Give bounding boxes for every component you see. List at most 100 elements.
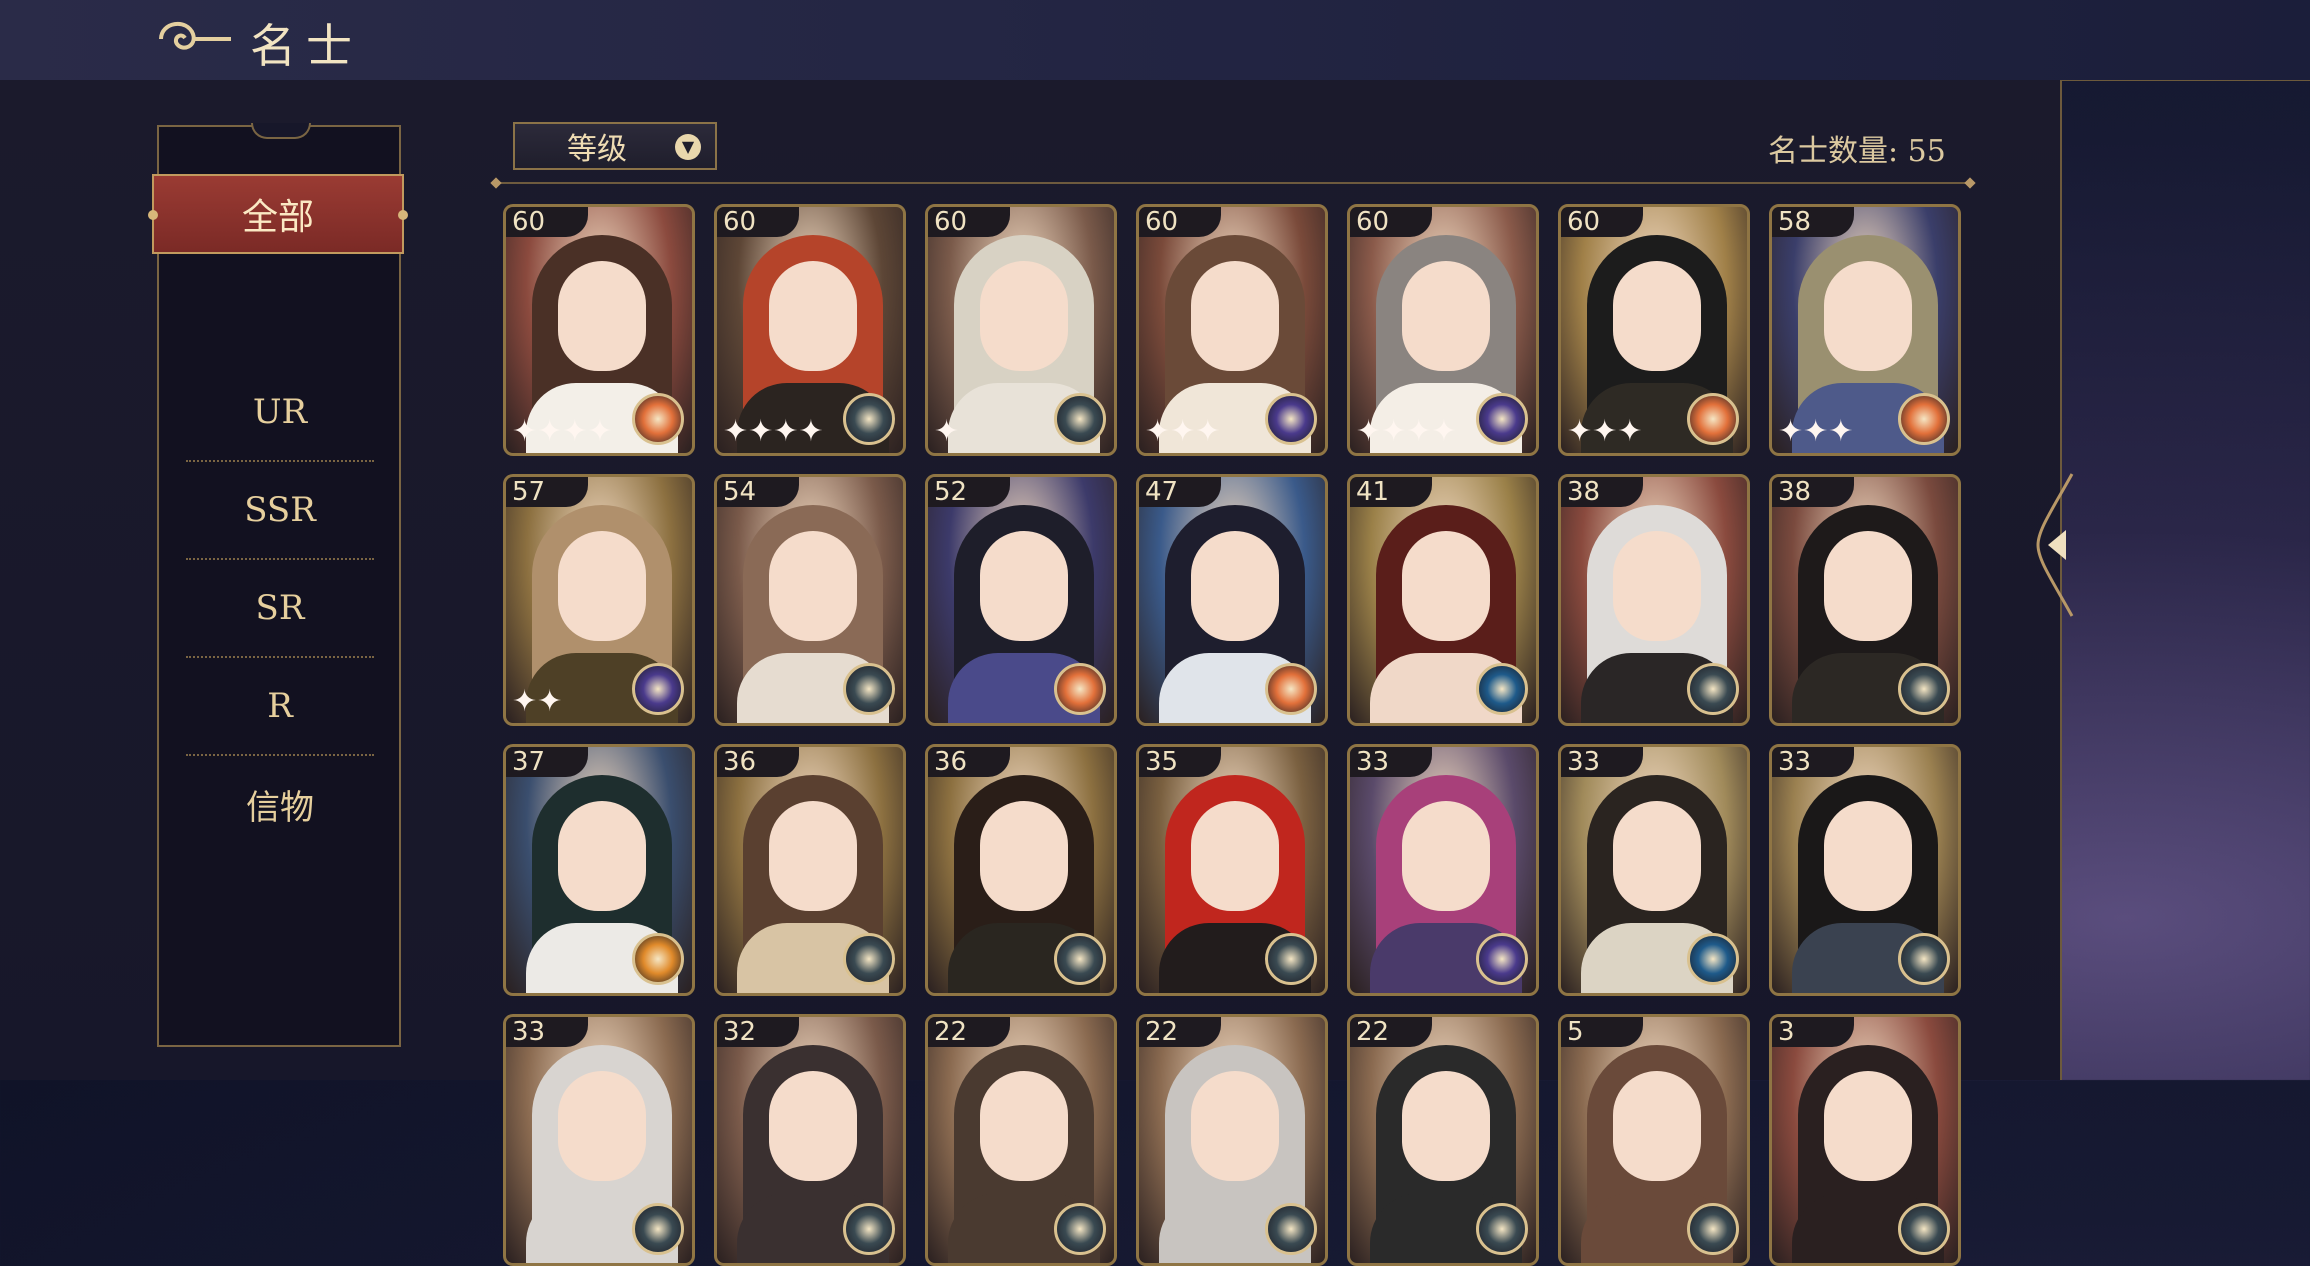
hero-level: 52	[928, 477, 1010, 507]
hero-awaken-stars: ✦✦✦✦	[1356, 414, 1457, 449]
collapse-arrow-icon[interactable]	[2032, 470, 2080, 620]
hero-level: 37	[506, 747, 588, 777]
hero-portrait-face	[1824, 1071, 1912, 1181]
hero-element-badge-icon	[1898, 393, 1950, 445]
hero-element-badge-icon	[1687, 393, 1739, 445]
hero-element-badge-icon	[843, 933, 895, 985]
hero-card[interactable]: 60 ✦	[925, 204, 1117, 456]
filter-tab-ur[interactable]: UR	[186, 364, 374, 462]
hero-card[interactable]: 36	[714, 744, 906, 996]
hero-awaken-stars: ✦✦✦✦	[723, 414, 824, 449]
hero-portrait-face	[1402, 1071, 1490, 1181]
hero-element-badge-icon	[1476, 663, 1528, 715]
hero-card[interactable]: 33	[1347, 744, 1539, 996]
hero-card[interactable]: 60 ✦✦✦✦	[503, 204, 695, 456]
page-title: 名士	[250, 19, 362, 73]
hero-card[interactable]: 60 ✦✦✦✦	[714, 204, 906, 456]
hero-card[interactable]: 54	[714, 474, 906, 726]
hero-element-badge-icon	[1054, 663, 1106, 715]
hero-element-badge-icon	[1687, 933, 1739, 985]
hero-card[interactable]: 60 ✦✦✦✦	[1347, 204, 1539, 456]
hero-card[interactable]: 33	[1558, 744, 1750, 996]
hero-level: 60	[506, 207, 588, 237]
hero-card[interactable]: 3	[1769, 1014, 1961, 1266]
hero-card[interactable]: 33	[1769, 744, 1961, 996]
hero-card[interactable]: 58 ✦✦✦	[1769, 204, 1961, 456]
hero-element-badge-icon	[843, 393, 895, 445]
hero-card[interactable]: 57 ✦✦	[503, 474, 695, 726]
hero-portrait-face	[1613, 801, 1701, 911]
hero-portrait-face	[1613, 531, 1701, 641]
hero-awaken-stars: ✦✦	[512, 684, 563, 719]
hero-card[interactable]: 38	[1558, 474, 1750, 726]
hero-card[interactable]: 32	[714, 1014, 906, 1266]
hero-card[interactable]: 22	[1347, 1014, 1539, 1266]
hero-level: 60	[1350, 207, 1432, 237]
hero-level: 22	[928, 1017, 1010, 1047]
hero-element-badge-icon	[1687, 663, 1739, 715]
hero-level: 60	[1561, 207, 1643, 237]
hero-element-badge-icon	[1898, 1203, 1950, 1255]
hero-level: 58	[1772, 207, 1854, 237]
hero-portrait-face	[769, 801, 857, 911]
hero-level: 47	[1139, 477, 1221, 507]
hero-card[interactable]: 41	[1347, 474, 1539, 726]
hero-card[interactable]: 52	[925, 474, 1117, 726]
tab-ornament-right	[398, 210, 408, 220]
filter-tab-sr[interactable]: SR	[186, 560, 374, 658]
tab-ornament-left	[148, 210, 158, 220]
hero-awaken-stars: ✦✦✦	[1145, 414, 1221, 449]
filter-sidebar: UR SSR SR R 信物	[157, 123, 401, 1047]
hero-level: 54	[717, 477, 799, 507]
hero-element-badge-icon	[632, 663, 684, 715]
hero-card[interactable]: 35	[1136, 744, 1328, 996]
hero-portrait-face	[1402, 801, 1490, 911]
hero-portrait-face	[558, 801, 646, 911]
hero-level: 60	[717, 207, 799, 237]
hero-level: 41	[1350, 477, 1432, 507]
hero-card[interactable]: 22	[925, 1014, 1117, 1266]
hero-level: 38	[1561, 477, 1643, 507]
hero-card[interactable]: 60 ✦✦✦	[1558, 204, 1750, 456]
hero-card[interactable]: 33	[503, 1014, 695, 1266]
hero-level: 36	[928, 747, 1010, 777]
hero-card[interactable]: 37	[503, 744, 695, 996]
hero-level: 35	[1139, 747, 1221, 777]
hero-element-badge-icon	[1476, 393, 1528, 445]
hero-count: 名士数量: 55	[1768, 134, 1946, 169]
hero-element-badge-icon	[1054, 933, 1106, 985]
hero-element-badge-icon	[632, 393, 684, 445]
hero-element-badge-icon	[1687, 1203, 1739, 1255]
sort-label: 等级	[567, 132, 627, 167]
hero-portrait-face	[1402, 261, 1490, 371]
hero-card[interactable]: 60 ✦✦✦	[1136, 204, 1328, 456]
hero-portrait-face	[558, 1071, 646, 1181]
hero-element-badge-icon	[1898, 933, 1950, 985]
hero-level: 5	[1561, 1017, 1643, 1047]
filter-tab-ssr[interactable]: SSR	[186, 462, 374, 560]
hero-card[interactable]: 5	[1558, 1014, 1750, 1266]
hero-card[interactable]: 22	[1136, 1014, 1328, 1266]
hero-element-badge-icon	[1054, 1203, 1106, 1255]
hero-element-badge-icon	[1265, 933, 1317, 985]
hero-level: 36	[717, 747, 799, 777]
hero-portrait-face	[1824, 261, 1912, 371]
filter-tab-token[interactable]: 信物	[186, 756, 374, 852]
hero-card[interactable]: 38	[1769, 474, 1961, 726]
hero-portrait-face	[980, 1071, 1068, 1181]
hero-element-badge-icon	[1476, 1203, 1528, 1255]
hero-portrait-face	[769, 531, 857, 641]
hero-portrait-face	[1613, 1071, 1701, 1181]
filter-tab-all[interactable]: 全部	[148, 174, 408, 254]
hero-awaken-stars: ✦✦✦	[1567, 414, 1643, 449]
header-divider	[496, 182, 1970, 184]
hero-card[interactable]: 36	[925, 744, 1117, 996]
sort-dropdown[interactable]: 等级 ▼	[513, 122, 717, 170]
hero-element-badge-icon	[843, 1203, 895, 1255]
hero-level: 22	[1350, 1017, 1432, 1047]
hero-element-badge-icon	[632, 1203, 684, 1255]
hero-level: 33	[1561, 747, 1643, 777]
hero-level: 22	[1139, 1017, 1221, 1047]
hero-card[interactable]: 47	[1136, 474, 1328, 726]
filter-tab-r[interactable]: R	[186, 658, 374, 756]
